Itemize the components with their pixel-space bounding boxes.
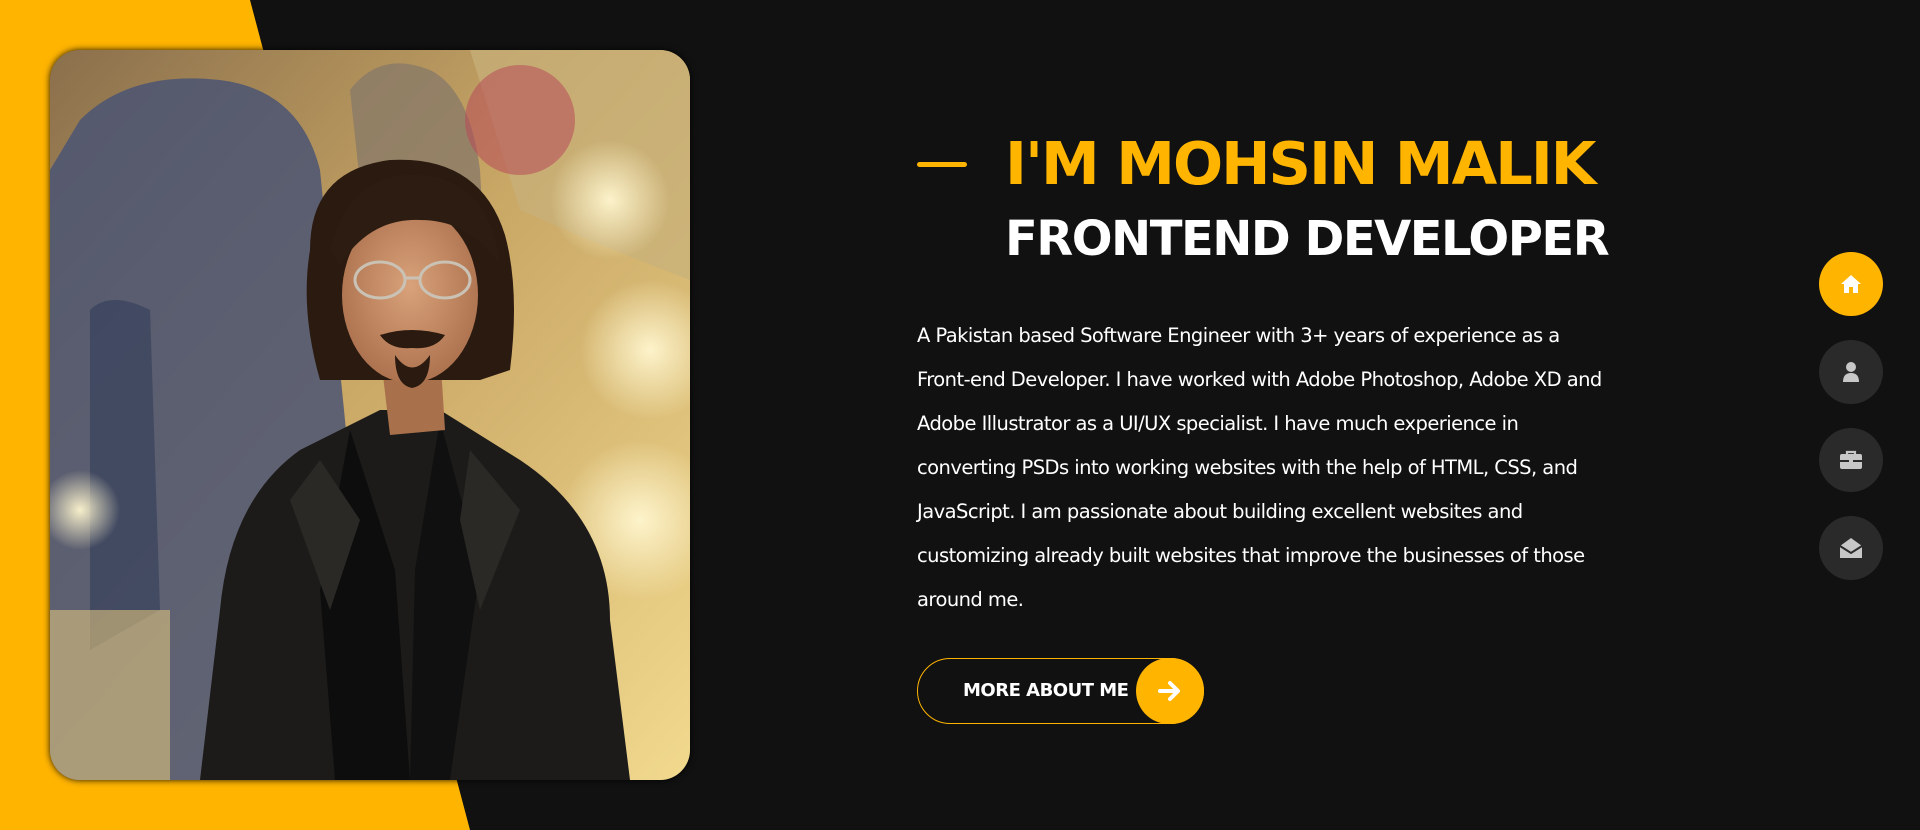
more-about-me-button[interactable]: MORE ABOUT ME [917, 658, 1204, 724]
nav-home-button[interactable] [1819, 252, 1883, 316]
user-icon [1843, 362, 1859, 382]
arrow-right-icon [1136, 658, 1204, 724]
envelope-open-icon [1839, 538, 1863, 558]
profile-photo [50, 50, 690, 780]
title-block: I'M MOHSIN MALIK FRONTEND DEVELOPER [917, 120, 1617, 278]
briefcase-icon [1840, 450, 1862, 469]
name-heading: I'M MOHSIN MALIK [1005, 129, 1597, 198]
bio-paragraph: A Pakistan based Software Engineer with … [917, 324, 1602, 611]
nav-portfolio-button[interactable] [1819, 428, 1883, 492]
role-heading: FRONTEND DEVELOPER [1005, 211, 1610, 267]
nav-contact-button[interactable] [1819, 516, 1883, 580]
nav-about-button[interactable] [1819, 340, 1883, 404]
hero-section: I'M MOHSIN MALIK FRONTEND DEVELOPER A Pa… [0, 0, 1920, 830]
intro-content: I'M MOHSIN MALIK FRONTEND DEVELOPER A Pa… [917, 120, 1617, 724]
title-accent-line [917, 162, 967, 167]
more-about-me-label: MORE ABOUT ME [963, 680, 1129, 701]
side-navigation [1819, 252, 1883, 604]
home-icon [1841, 275, 1861, 293]
